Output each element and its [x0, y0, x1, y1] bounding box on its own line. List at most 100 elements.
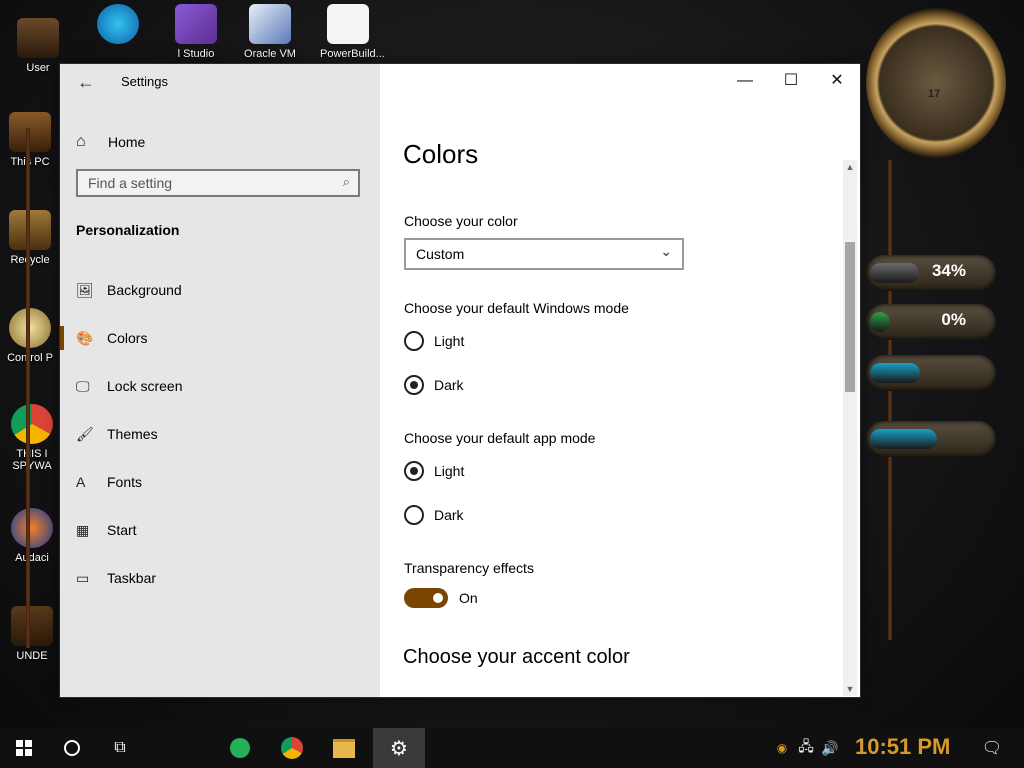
- image-icon: 🖼: [76, 281, 94, 298]
- content-scrollbar[interactable]: ▲ ▼: [843, 160, 857, 696]
- desktop-icon-powerbuilder[interactable]: PowerBuild...: [320, 4, 385, 60]
- volume-icon: 🔊: [821, 739, 839, 756]
- transparency-label: Transparency effects: [404, 560, 534, 576]
- gauge-fill: [870, 263, 919, 283]
- virtualbox-icon: [249, 4, 291, 44]
- close-button[interactable]: ✕: [814, 64, 860, 98]
- recycle-bin-icon: [9, 210, 51, 250]
- chevron-down-icon: ⌄: [660, 243, 672, 259]
- gauge-memory-percent: 0%: [941, 310, 966, 329]
- unde-icon: [11, 606, 53, 646]
- notification-icon: 🗨: [981, 740, 1003, 757]
- content-pane: — ☐ ✕ Colors Choose your color Custom ⌄ …: [380, 64, 860, 697]
- transparency-toggle[interactable]: [404, 588, 448, 608]
- sidebar-item-themes[interactable]: 🖌 Themes: [60, 414, 380, 454]
- search-input[interactable]: [78, 171, 338, 195]
- radio-dot: [404, 505, 424, 525]
- sidebar-item-start[interactable]: ▦ Start: [60, 510, 380, 550]
- gauge-disk-2: [866, 421, 996, 457]
- desktop-icon-edge[interactable]: [90, 4, 146, 48]
- close-icon: ✕: [830, 72, 844, 89]
- windows-mode-label: Choose your default Windows mode: [404, 300, 629, 316]
- chrome-icon: [281, 737, 303, 759]
- palette-icon: 🎨: [76, 329, 94, 346]
- sidebar-item-taskbar[interactable]: ▭ Taskbar: [60, 558, 380, 598]
- task-view-icon: ⧉: [114, 739, 126, 756]
- taskbar-app-sheets[interactable]: [216, 728, 264, 768]
- sidebar-item-colors[interactable]: 🎨 Colors: [60, 318, 380, 358]
- desktop-icon-user[interactable]: User: [10, 18, 66, 74]
- user-folder-icon: [17, 18, 59, 58]
- minimize-button[interactable]: —: [722, 64, 768, 98]
- taskbar: ⧉ ⚙ ◉ 🖧 🔊 10:51 PM 🗨: [0, 728, 1024, 768]
- search-icon: ⌕: [342, 174, 350, 189]
- visual-studio-icon: [175, 4, 217, 44]
- desktop-icon-chrome[interactable]: THIS I SPYWA: [4, 404, 60, 472]
- themes-icon: 🖌: [76, 425, 94, 442]
- radio-dot: [404, 461, 424, 481]
- desktop-icon-control-panel[interactable]: Control P: [2, 308, 58, 364]
- back-button[interactable]: ←: [72, 68, 100, 96]
- taskbar-icon: ▭: [76, 569, 90, 586]
- task-view-button[interactable]: ⧉: [96, 728, 144, 768]
- home-link[interactable]: ⌂ Home: [76, 128, 366, 156]
- edge-icon: [97, 4, 139, 44]
- radio-dot: [404, 375, 424, 395]
- page-title: Colors: [403, 139, 479, 170]
- tray-volume[interactable]: 🔊: [818, 728, 842, 768]
- choose-color-dropdown[interactable]: Custom ⌄: [404, 238, 684, 270]
- start-button[interactable]: [0, 728, 48, 768]
- sidebar-item-label: Start: [107, 522, 137, 538]
- settings-window: ← Settings ⌂ Home ⌕ Personalization 🖼 Ba…: [60, 64, 860, 697]
- desktop-frame-left: [26, 128, 30, 648]
- maximize-button[interactable]: ☐: [768, 64, 814, 98]
- desktop-icon-unde[interactable]: UNDE: [4, 606, 60, 662]
- tray-app-icon[interactable]: ◉: [772, 728, 792, 768]
- sheets-icon: [230, 738, 250, 758]
- windows-mode-dark-radio[interactable]: Dark: [404, 373, 604, 397]
- tray-network[interactable]: 🖧: [794, 728, 818, 768]
- app-mode-light-radio[interactable]: Light: [404, 459, 604, 483]
- search-button[interactable]: [48, 728, 96, 768]
- app-mode-label: Choose your default app mode: [404, 430, 596, 446]
- desktop-icon-visual-studio[interactable]: l Studio: [168, 4, 224, 60]
- windows-logo-icon: [16, 740, 32, 756]
- radio-label: Light: [434, 333, 465, 349]
- sidebar-item-label: Lock screen: [107, 378, 183, 394]
- notifications-button[interactable]: 🗨: [968, 728, 1016, 768]
- scroll-down-icon[interactable]: ▼: [843, 682, 857, 696]
- sidebar-item-label: Background: [107, 282, 182, 298]
- choose-color-label: Choose your color: [404, 213, 518, 229]
- taskbar-app-chrome[interactable]: [268, 728, 316, 768]
- desktop-icon-audacity[interactable]: Audaci: [4, 508, 60, 564]
- sidebar-item-background[interactable]: 🖼 Background: [60, 270, 380, 310]
- gauge-memory: 0%: [866, 304, 996, 340]
- scroll-up-icon[interactable]: ▲: [843, 160, 857, 174]
- sidebar-item-lock-screen[interactable]: 🖵 Lock screen: [60, 366, 380, 406]
- toggle-knob: [433, 593, 443, 603]
- audacity-icon: [11, 508, 53, 548]
- taskbar-app-file-explorer[interactable]: [320, 728, 368, 768]
- scrollbar-thumb[interactable]: [845, 242, 855, 392]
- transparency-state: On: [459, 590, 478, 606]
- gauge-disk-1: [866, 355, 996, 391]
- powerbuilder-icon: [327, 4, 369, 44]
- radio-label: Light: [434, 463, 465, 479]
- windows-mode-light-radio[interactable]: Light: [404, 329, 604, 353]
- lock-screen-icon: 🖵: [76, 377, 90, 394]
- radio-label: Dark: [434, 377, 464, 393]
- sidebar-item-fonts[interactable]: A Fonts: [60, 462, 380, 502]
- sidebar-item-label: Colors: [107, 330, 148, 346]
- radio-label: Dark: [434, 507, 464, 523]
- taskbar-app-settings[interactable]: ⚙: [373, 728, 425, 768]
- tray-steampunk-icon: ◉: [776, 741, 788, 755]
- taskbar-clock[interactable]: 10:51 PM: [855, 734, 950, 760]
- gauge-fill: [870, 363, 920, 383]
- app-mode-dark-radio[interactable]: Dark: [404, 503, 604, 527]
- chrome-icon: [11, 404, 53, 444]
- desktop-icon-recycle[interactable]: Recycle: [2, 210, 58, 266]
- minimize-icon: —: [737, 72, 753, 89]
- dropdown-value: Custom: [416, 246, 465, 262]
- desktop-icon-virtualbox[interactable]: Oracle VM: [242, 4, 298, 60]
- desktop-icon-this-pc[interactable]: This PC: [2, 112, 58, 168]
